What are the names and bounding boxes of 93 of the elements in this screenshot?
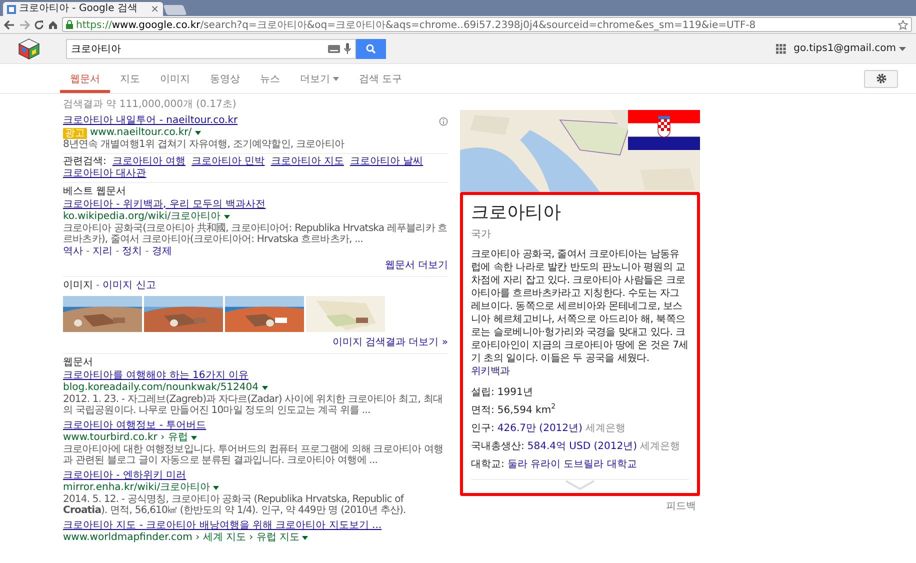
caret-icon[interactable]	[213, 486, 220, 490]
gear-icon	[876, 73, 886, 84]
related-link[interactable]: 크로아티아 대사관	[63, 168, 146, 180]
account-link[interactable]: go.tips1@gmail.com	[794, 43, 896, 54]
close-icon[interactable]: ×	[150, 4, 159, 14]
lock-icon	[66, 20, 73, 29]
caret-icon[interactable]	[224, 214, 230, 218]
sitelink[interactable]: 경제	[152, 246, 172, 258]
keyboard-icon[interactable]	[328, 44, 340, 52]
back-icon[interactable]	[4, 20, 15, 30]
fact-link[interactable]: 584.4억 USD (2012년)	[527, 439, 637, 455]
result-title[interactable]: 크로아티아 내일투어 - naeiltour.co.kr	[63, 115, 238, 127]
related-link[interactable]: 크로아티아 민박	[192, 156, 265, 168]
nav-tab[interactable]: 웹문서	[60, 64, 110, 93]
caret-icon[interactable]	[190, 436, 197, 440]
nav-tab[interactable]: 이미지	[150, 64, 200, 93]
caret-icon[interactable]	[302, 536, 308, 540]
sitelink[interactable]: 역사	[63, 246, 83, 258]
reload-icon[interactable]	[34, 20, 44, 30]
fact-source: 세계은행	[585, 422, 626, 436]
search-button[interactable]	[356, 38, 386, 58]
result-snippet: 2014. 5. 12. - 공식명칭, 크로아티아 공화국 (Republika Hrvatska, Republic of Croatia). 면적, 56,610㎢ (한반도의 약 1/4). 인구, 약 449만 명 (2010년 추산).	[63, 494, 407, 516]
settings-button[interactable]	[864, 70, 898, 88]
fact-value: 56,594 km$^{2}$	[497, 403, 556, 418]
nav-tab[interactable]: 더보기	[290, 64, 349, 93]
result-url: www.worldmapfinder.com › 세계 지도 › 유럽 지도	[63, 532, 300, 544]
panel-description: 크로아티아 공화국, 줄여서 크로아티아는 남동유럽에 속한 나라로 발칸 반도의 판노니아 평원의 교차점에 자리 잡고 있다. 크로아티아 사람들은 크로아티아를 흐르바츠카라고 지칭한다. 수도는 자그레브이다. 동쪽으로 세르비아와 몬테네그로, 보스니아 헤르체고비나, 서쪽으로 아드리아 해, 북쪽으로는 슬로베니아·헝가리와 국경을 맞대고 있다. 크로아티아인이 지금의 크로아티아 땅에 온 것은 7세기 초의 일이다. 이들은 두 공국을 세웠다. 위키백과	[471, 248, 689, 378]
separator: -	[145, 246, 149, 258]
nav-tab[interactable]: 뉴스	[250, 64, 290, 93]
fact-link[interactable]: 426.7만 (2012년)	[497, 421, 582, 437]
fact-link[interactable]: 둘라 유라이 도브릴라 대학교	[507, 457, 637, 473]
more-link[interactable]: 웹문서 더보기	[384, 260, 448, 272]
fact-source: 세계은행	[640, 440, 680, 454]
fact-value: 1991년	[497, 386, 533, 400]
fact-label: 설립:	[471, 386, 494, 400]
related-link[interactable]: 크로아티아 여행	[112, 156, 186, 168]
result-url: mirror.enha.kr/wiki/크로아티아	[63, 482, 210, 494]
result-snippet: 2012. 1. 23. - 자그레브(Zagreb)과 자다르(Zadar) 사이에 위치한 크로아티아 최고, 최대의 국립공원이다. 나무로 만들어진 10마일 정도의 인도교는 계곡 위를 ...	[63, 394, 444, 416]
result-title[interactable]: 크로아티아 - 엔하위키 미러	[63, 470, 186, 482]
section-heading: 웹문서	[63, 356, 94, 370]
section-heading: 베스트 웹문서	[63, 184, 128, 198]
separator: -	[96, 280, 100, 292]
nav-tab[interactable]: 동영상	[200, 64, 250, 93]
google-favicon	[7, 4, 16, 14]
result-title[interactable]: 크로아티아 여행정보 - 투어버드	[63, 420, 206, 432]
ad-label: 광고	[63, 128, 87, 138]
panel-subtitle: 국가	[471, 228, 492, 241]
result-url: ko.wikipedia.org/wiki/크로아티아	[63, 210, 221, 222]
caret-icon[interactable]	[899, 46, 906, 50]
apps-grid-icon[interactable]	[776, 44, 786, 54]
related-link[interactable]: 크로아티아 날씨	[350, 156, 424, 168]
star-icon[interactable]	[898, 20, 908, 30]
sitelink[interactable]: 지리	[92, 246, 113, 258]
result-snippet: 크로아티아 공화국(크로아티아 共和國, 크로아티아어: Republika Hrvatska 레푸블리카 흐르바츠카), 줄여서 크로아티아(크로아티아어: Hrvatska 흐르바츠카, ...	[63, 222, 448, 246]
microphone-icon[interactable]	[344, 43, 351, 54]
caret-icon[interactable]	[262, 386, 268, 390]
home-icon[interactable]	[48, 20, 58, 30]
nav-tab[interactable]: 지도	[110, 64, 150, 93]
fact-label: 국내총생산:	[471, 440, 524, 454]
info-icon[interactable]	[439, 116, 448, 126]
new-tab-button[interactable]	[163, 5, 187, 15]
search-box[interactable]: 크로아티아	[66, 38, 356, 58]
feedback-link[interactable]: 피드백	[666, 499, 696, 513]
sitelink[interactable]: 정치	[122, 246, 142, 258]
url-text: https://www.google.co.kr/search?q=크로아티아&oq=크로아티아&aqs=chrome..69i57.2398j0j4&sourceid=chrome&es_sm=119&ie=UTF-8	[76, 18, 756, 31]
browser-tab[interactable]: 크로아티아 - Google 검색 ×	[3, 2, 163, 16]
result-stats: 검색결과 약 111,000,000개 (0.17초)	[63, 98, 238, 112]
result-title[interactable]: 크로아티아 지도 - 크로아티아 배낭여행을 위해 크로아티아 지도보기 ...	[63, 520, 382, 532]
search-icon	[366, 44, 376, 54]
result-title[interactable]: 크로아티아를 여행해야 하는 16가지 이유	[63, 370, 248, 382]
result-url: www.naeiltour.co.kr/	[90, 127, 192, 139]
source-link[interactable]: 위키백과	[471, 366, 510, 377]
separator: -	[116, 246, 120, 258]
separator: -	[86, 246, 90, 258]
caret-icon[interactable]	[194, 131, 201, 135]
result-url: www.tourbird.co.kr › 유럽	[63, 432, 188, 444]
nav-tab[interactable]: 검색 도구	[349, 64, 412, 93]
related-label: 관련검색:	[63, 156, 106, 168]
cube-logo[interactable]	[18, 38, 40, 60]
fact-label: 면적:	[471, 404, 494, 418]
fact-label: 대학교:	[471, 458, 504, 472]
result-title[interactable]: 크로아티아 - 위키백과, 우리 모두의 백과사전	[63, 198, 266, 210]
section-heading: 이미지	[63, 278, 93, 292]
croatia-flag	[628, 110, 700, 150]
related-link[interactable]: 크로아티아 지도	[270, 156, 344, 168]
fact-label: 인구:	[471, 422, 494, 436]
result-snippet: 8년연속 개별여행1위 겹쳐기 자유여행, 조기예약할인, 크로아티아	[63, 139, 346, 150]
more-link[interactable]: 이미지 검색결과 더보기 »	[332, 336, 448, 348]
result-snippet: 크로아티아에 대한 여행정보입니다. 투어버드의 컴퓨터 프로그램에 의해 크로아티아 여행과 관련된 블로그 글이 자동으로 분류된 결과입니다. 크로아티아 여행에 ...	[63, 444, 444, 466]
report-link[interactable]: 이미지 신고	[102, 280, 156, 292]
result-url: blog.koreadaily.com/nounkwak/512404	[63, 382, 258, 394]
address-bar[interactable]: https://www.google.co.kr/search?q=크로아티아&oq=크로아티아&aqs=chrome..69i57.2398j0j4&sourceid=chrome&es_sm=119&ie=UTF-8	[62, 17, 912, 32]
panel-title: 크로아티아	[471, 201, 562, 225]
